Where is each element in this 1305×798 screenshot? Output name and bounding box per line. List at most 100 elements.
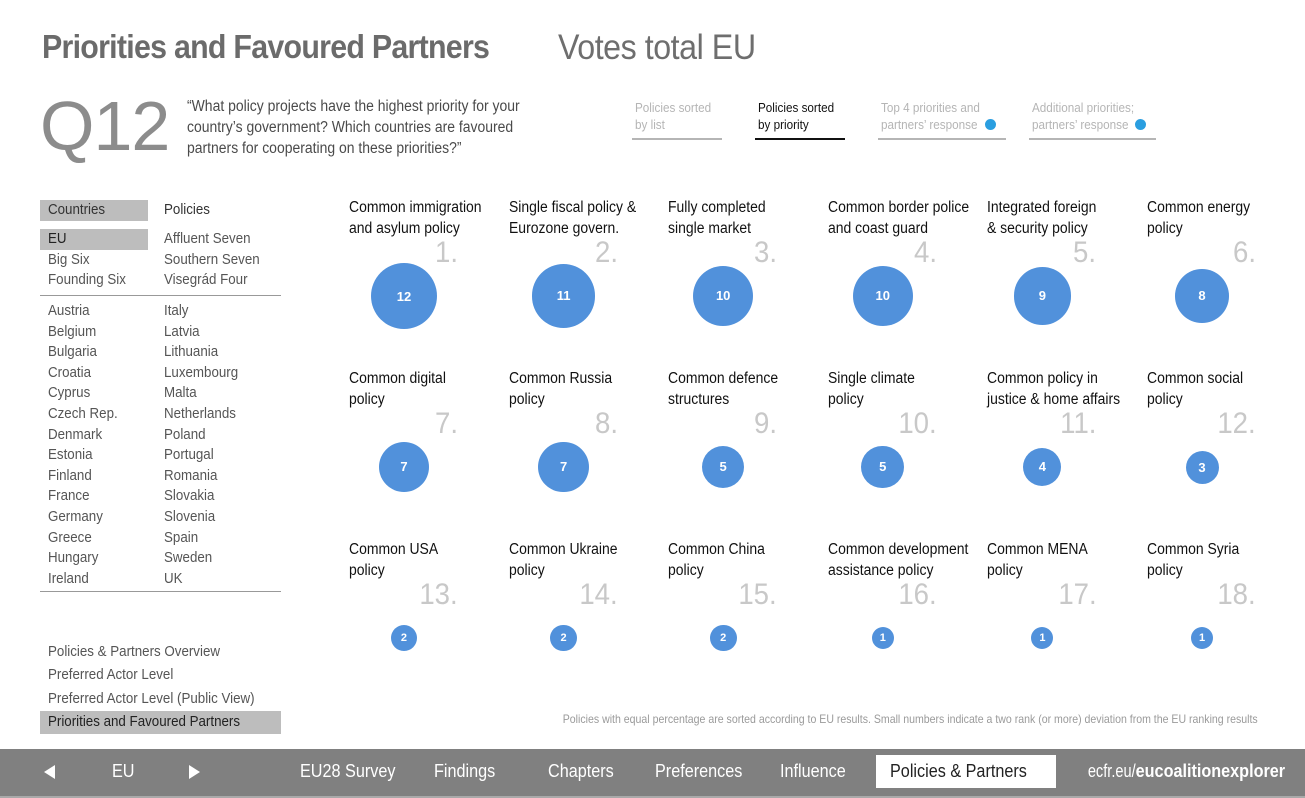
vote-bubble[interactable]: 10 bbox=[852, 265, 913, 327]
country-item-portugal[interactable]: Portugal bbox=[156, 445, 281, 466]
site-url-link[interactable]: ecfr.eu/eucoalitionexplorer bbox=[1060, 749, 1285, 794]
nav-eu28-survey[interactable]: EU28 Survey bbox=[300, 749, 406, 794]
vote-bubble[interactable]: 1 bbox=[871, 627, 894, 649]
country-item-greece[interactable]: Greece bbox=[40, 528, 148, 549]
country-item-austria[interactable]: Austria bbox=[40, 301, 148, 322]
country-item-slovenia[interactable]: Slovenia bbox=[156, 507, 281, 528]
policy-label: Common digital policy bbox=[349, 368, 446, 410]
tab-sorted-by-list[interactable]: Policies sorted by list bbox=[632, 99, 722, 140]
vote-bubble[interactable]: 7 bbox=[378, 441, 430, 493]
vote-bubble[interactable]: 2 bbox=[550, 624, 578, 652]
country-item-malta[interactable]: Malta bbox=[156, 383, 281, 404]
nav-findings[interactable]: Findings bbox=[434, 749, 502, 794]
vote-bubble[interactable]: 8 bbox=[1175, 269, 1229, 323]
group-item-big-six[interactable]: Big Six bbox=[40, 250, 148, 271]
view-link-preferred-actor-level-public-view[interactable]: Preferred Actor Level (Public View) bbox=[40, 688, 281, 711]
country-item-luxembourg[interactable]: Luxembourg bbox=[156, 363, 281, 384]
policy-card[interactable]: Common social policy 12. 3 bbox=[1147, 368, 1305, 538]
tab-sorted-by-priority[interactable]: Policies sorted by priority bbox=[755, 99, 845, 140]
policy-label: Common policy in justice & home affairs bbox=[987, 368, 1120, 410]
group-item-southern-seven[interactable]: Southern Seven bbox=[156, 250, 281, 271]
group-item-affluent-seven[interactable]: Affluent Seven bbox=[156, 229, 281, 250]
vote-bubble[interactable]: 12 bbox=[371, 263, 437, 329]
policy-card[interactable]: Common China policy 15. 2 bbox=[668, 539, 828, 709]
policy-card[interactable]: Integrated foreign & security policy 5. 9 bbox=[987, 197, 1147, 367]
view-link-priorities-and-favoured-partners[interactable]: Priorities and Favoured Partners bbox=[40, 710, 281, 735]
policy-card[interactable]: Common energy policy 6. 8 bbox=[1147, 197, 1305, 367]
vote-bubble[interactable]: 2 bbox=[390, 624, 418, 652]
country-item-cyprus[interactable]: Cyprus bbox=[40, 383, 148, 404]
vote-bubble[interactable]: 9 bbox=[1013, 267, 1071, 325]
nav-policies-partners[interactable]: Policies & Partners bbox=[876, 755, 1057, 788]
policy-card[interactable]: Common Russia policy 8. 7 bbox=[509, 368, 669, 538]
group-item-founding-six[interactable]: Founding Six bbox=[40, 270, 148, 291]
vote-bubble[interactable]: 3 bbox=[1185, 450, 1219, 484]
vote-bubble[interactable]: 2 bbox=[709, 624, 737, 652]
policy-card[interactable]: Common policy in justice & home affairs 11… bbox=[987, 368, 1147, 538]
policy-label: Common defence structures bbox=[668, 368, 778, 410]
policy-card[interactable]: Common Syria policy 18. 1 bbox=[1147, 539, 1305, 709]
vote-bubble[interactable]: 11 bbox=[531, 264, 596, 328]
country-item-sweden[interactable]: Sweden bbox=[156, 548, 281, 569]
view-link-policies-partners-overview[interactable]: Policies & Partners Overview bbox=[40, 641, 281, 664]
country-item-romania[interactable]: Romania bbox=[156, 466, 281, 487]
policy-card[interactable]: Single fiscal policy & Eurozone govern. 2.… bbox=[509, 197, 669, 367]
country-item-label: Croatia bbox=[48, 364, 92, 381]
country-item-spain[interactable]: Spain bbox=[156, 528, 281, 549]
tab-additional-priorities[interactable]: Additional priorities; partners’ response bbox=[1029, 99, 1156, 140]
country-item-czech-rep[interactable]: Czech Rep. bbox=[40, 404, 148, 425]
nav-preferences[interactable]: Preferences bbox=[655, 749, 752, 794]
country-item-france[interactable]: France bbox=[40, 486, 148, 507]
country-item-poland[interactable]: Poland bbox=[156, 425, 281, 446]
country-item-slovakia[interactable]: Slovakia bbox=[156, 486, 281, 507]
vote-bubble[interactable]: 10 bbox=[693, 265, 754, 327]
vote-bubble[interactable]: 5 bbox=[861, 445, 905, 489]
country-item-ireland[interactable]: Ireland bbox=[40, 569, 148, 590]
country-item-germany[interactable]: Germany bbox=[40, 507, 148, 528]
countries-tab[interactable]: Countries bbox=[40, 200, 148, 221]
view-link-preferred-actor-level[interactable]: Preferred Actor Level bbox=[40, 664, 281, 687]
nav-influence[interactable]: Influence bbox=[780, 749, 853, 794]
tab-label-line2: by priority bbox=[758, 117, 809, 132]
tab-top4-priorities[interactable]: Top 4 priorities and partners’ response bbox=[878, 99, 1006, 140]
policy-label-line1: Common development bbox=[827, 541, 969, 558]
policy-card[interactable]: Common Ukraine policy 14. 2 bbox=[509, 539, 669, 709]
policy-card[interactable]: Common MENA policy 17. 1 bbox=[987, 539, 1147, 709]
policy-card[interactable]: Common defence structures 9. 5 bbox=[668, 368, 828, 538]
current-selection: EU bbox=[112, 749, 137, 794]
policy-card[interactable]: Single climate policy 10. 5 bbox=[828, 368, 988, 538]
country-item-hungary[interactable]: Hungary bbox=[40, 548, 148, 569]
country-item-croatia[interactable]: Croatia bbox=[40, 363, 148, 384]
policy-card[interactable]: Common USA policy 13. 2 bbox=[349, 539, 509, 709]
country-item-uk[interactable]: UK bbox=[156, 569, 281, 590]
country-item-netherlands[interactable]: Netherlands bbox=[156, 404, 281, 425]
country-item-label: Denmark bbox=[48, 426, 103, 443]
country-item-label: Romania bbox=[164, 467, 218, 484]
vote-bubble[interactable]: 1 bbox=[1191, 627, 1213, 649]
policy-card[interactable]: Common digital policy 7. 7 bbox=[349, 368, 509, 538]
country-item-belgium[interactable]: Belgium bbox=[40, 322, 148, 343]
country-item-latvia[interactable]: Latvia bbox=[156, 322, 281, 343]
nav-chapters[interactable]: Chapters bbox=[548, 749, 621, 794]
country-item-italy[interactable]: Italy bbox=[156, 301, 281, 322]
policy-card[interactable]: Common development assistance policy 16. 1 bbox=[828, 539, 988, 709]
policies-tab[interactable]: Policies bbox=[156, 200, 266, 221]
previous-arrow-icon[interactable] bbox=[44, 765, 55, 779]
country-item-lithuania[interactable]: Lithuania bbox=[156, 342, 281, 363]
country-item-estonia[interactable]: Estonia bbox=[40, 445, 148, 466]
country-item-label: Latvia bbox=[164, 323, 200, 340]
vote-bubble[interactable]: 7 bbox=[538, 441, 589, 493]
next-arrow-icon[interactable] bbox=[189, 765, 200, 779]
vote-bubble[interactable]: 1 bbox=[1031, 627, 1054, 649]
policy-card[interactable]: Common border police and coast guard 4. 10 bbox=[828, 197, 988, 367]
group-item-eu[interactable]: EU bbox=[40, 229, 148, 250]
policy-card[interactable]: Common immigration and asylum policy 1. 12 bbox=[349, 197, 509, 367]
country-item-finland[interactable]: Finland bbox=[40, 466, 148, 487]
vote-bubble[interactable]: 4 bbox=[1023, 447, 1062, 487]
country-item-bulgaria[interactable]: Bulgaria bbox=[40, 342, 148, 363]
group-item-visegr-d-four[interactable]: Visegrád Four bbox=[156, 270, 281, 291]
vote-bubble[interactable]: 5 bbox=[701, 445, 745, 489]
policy-card[interactable]: Fully completed single market 3. 10 bbox=[668, 197, 828, 367]
country-item-label: Slovakia bbox=[164, 488, 215, 505]
country-item-denmark[interactable]: Denmark bbox=[40, 425, 148, 446]
